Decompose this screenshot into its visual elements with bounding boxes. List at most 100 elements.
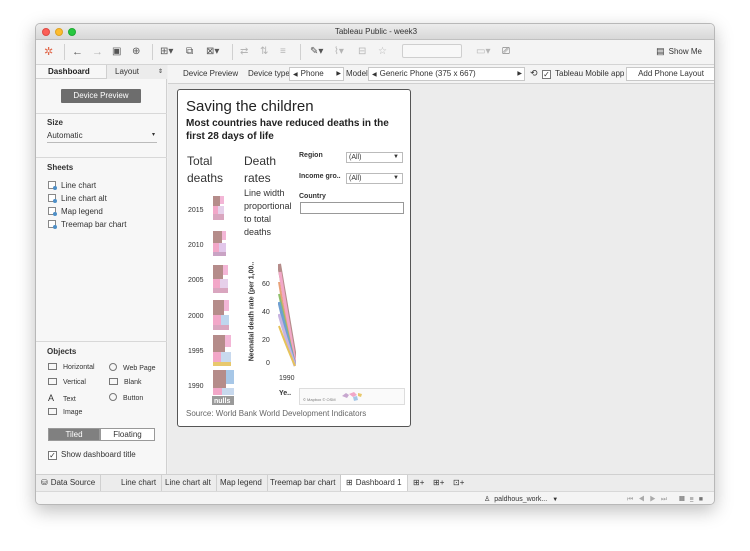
floating-toggle[interactable]: Floating xyxy=(100,428,155,441)
y-tick-label: 60 xyxy=(262,281,270,288)
tab-dashboard[interactable]: Dashboard xyxy=(48,67,90,76)
dashboard-title: Saving the children xyxy=(186,98,314,115)
device-preview-label: Device Preview xyxy=(183,69,239,78)
button-icon xyxy=(109,393,117,401)
device-type-label: Device type xyxy=(248,69,290,78)
new-worksheet-icon[interactable]: ⊞▾ xyxy=(160,45,173,59)
tab-line-chart[interactable]: Line chart xyxy=(116,475,163,492)
rotate-icon[interactable]: ⟲ xyxy=(530,68,538,79)
object-vertical[interactable]: Vertical xyxy=(48,378,86,388)
sheet-item-map-legend[interactable]: Map legend xyxy=(48,207,103,217)
presentation-icon[interactable]: ⎚ xyxy=(502,45,510,59)
dashboard-canvas: Saving the children Most countries have … xyxy=(168,84,714,474)
treemap-bar-1995 xyxy=(213,335,231,366)
new-story-tab-icon[interactable]: ⊡+ xyxy=(448,475,469,492)
tab-menu-icon[interactable]: ⇕ xyxy=(158,68,163,75)
treemap-bar-chart[interactable]: nulls xyxy=(212,194,238,406)
object-blank[interactable]: Blank xyxy=(109,378,142,388)
show-dashboard-title-checkbox[interactable]: ✓ Show dashboard title xyxy=(48,450,136,460)
save-icon[interactable]: ▣ xyxy=(112,45,121,59)
highlight-icon[interactable]: ✎▾ xyxy=(310,45,323,59)
object-button[interactable]: Button xyxy=(109,393,143,403)
year-label: 1995 xyxy=(188,348,204,355)
fix-axes-icon[interactable]: ☆ xyxy=(378,45,387,59)
sheet-item-line-chart[interactable]: Line chart xyxy=(48,181,96,191)
redo-icon[interactable]: → xyxy=(92,45,103,59)
undo-icon[interactable]: ← xyxy=(72,45,83,59)
map-legend[interactable]: © Mapbox © OSM xyxy=(299,388,405,405)
year-label: 2000 xyxy=(188,313,204,320)
size-select[interactable]: Automatic ▾ xyxy=(47,131,157,143)
sort-asc-icon[interactable]: ⇅ xyxy=(260,45,268,59)
region-filter-select[interactable]: (All) ▼ xyxy=(346,152,403,163)
size-title: Size xyxy=(47,118,64,127)
chevron-down-icon: ▼ xyxy=(552,497,559,503)
dashboard-sidebar: Dashboard Layout ⇕ Device Preview Size A… xyxy=(36,65,167,474)
object-text[interactable]: A Text xyxy=(48,393,76,403)
tableau-logo-icon[interactable]: ✲ xyxy=(44,45,53,59)
new-datasource-icon[interactable]: ⊕ xyxy=(132,45,140,59)
device-preview-button[interactable]: Device Preview xyxy=(61,89,141,103)
tab-layout[interactable]: Layout xyxy=(115,67,139,76)
tab-treemap-bar-chart[interactable]: Treemap bar chart xyxy=(265,475,342,492)
tab-map-legend[interactable]: Map legend xyxy=(215,475,268,492)
vertical-icon xyxy=(48,378,57,385)
prev-arrow-icon: ◀ xyxy=(293,72,298,78)
clear-icon[interactable]: ⊠▾ xyxy=(206,45,219,59)
group-icon[interactable]: ⌇▾ xyxy=(334,45,344,59)
x-axis-label: Ye.. xyxy=(279,390,292,397)
model-label: Model xyxy=(346,69,368,78)
income-filter-label: Income gro.. xyxy=(299,173,341,180)
add-phone-layout-button[interactable]: Add Phone Layout xyxy=(626,67,714,81)
x-tick-label: 1990 xyxy=(279,375,295,382)
title-bar: Tableau Public - week3 xyxy=(36,24,714,40)
sort-desc-icon[interactable]: ≡ xyxy=(280,45,286,59)
income-filter-select[interactable]: (All) ▼ xyxy=(346,173,403,184)
label-icon[interactable]: ⊟ xyxy=(358,45,366,59)
tab-dashboard-1[interactable]: ⊞ Dashboard 1 xyxy=(340,475,408,492)
swap-icon[interactable]: ⇄ xyxy=(240,45,248,59)
country-search-input[interactable] xyxy=(300,202,404,214)
chevron-down-icon: ▾ xyxy=(151,132,155,138)
y-axis-label: Neonatal death rate (per 1,00.. xyxy=(248,261,256,362)
death-rates-title: Death rates xyxy=(244,154,277,185)
map-shapes xyxy=(342,392,362,401)
tab-line-chart-alt[interactable]: Line chart alt xyxy=(160,475,217,492)
object-horizontal[interactable]: Horizontal xyxy=(48,363,95,373)
sheet-item-line-chart-alt[interactable]: Line chart alt xyxy=(48,194,107,204)
checkmark-icon: ✓ xyxy=(542,70,551,79)
death-rate-line-chart[interactable] xyxy=(278,258,296,368)
treemap-bar-2000 xyxy=(213,300,229,330)
object-image[interactable]: Image xyxy=(48,408,82,418)
new-dashboard-tab-icon[interactable]: ⊞+ xyxy=(428,475,449,492)
checkmark-icon: ✓ xyxy=(48,451,57,460)
text-icon: A xyxy=(48,393,55,403)
sheet-navigation-icons[interactable]: ⏮◀▶⏭ ▦≣■ xyxy=(627,496,708,504)
tab-data-source[interactable]: ⛁ Data Source xyxy=(36,475,102,492)
show-me-button[interactable]: ▤ Show Me xyxy=(656,46,702,57)
main-toolbar: ✲ ← → ▣ ⊕ ⊞▾ ⧉ ⊠▾ ⇄ ⇅ ≡ ✎▾ ⌇▾ ⊟ ☆ ▭▾ ⎚ ▤… xyxy=(36,40,714,65)
sheet-item-treemap-bar-chart[interactable]: Treemap bar chart xyxy=(48,220,127,230)
model-select[interactable]: ◀ Generic Phone (375 x 667) ▶ xyxy=(368,67,525,81)
new-worksheet-tab-icon[interactable]: ⊞+ xyxy=(408,475,429,492)
sheet-icon xyxy=(48,220,57,229)
user-menu[interactable]: ♙ paldhous_work... ▼ xyxy=(484,495,558,503)
phone-preview-frame: Saving the children Most countries have … xyxy=(177,89,411,427)
sheet-icon xyxy=(48,181,57,190)
tiled-toggle[interactable]: Tiled xyxy=(48,428,100,441)
tableau-mobile-app-checkbox[interactable]: ✓ Tableau Mobile app xyxy=(542,69,624,79)
duplicate-icon[interactable]: ⧉ xyxy=(186,45,193,59)
chevron-down-icon: ▼ xyxy=(393,175,399,181)
sheet-tabs-bar: ⛁ Data Source Line chart Line chart alt M… xyxy=(36,474,714,492)
y-tick-label: 40 xyxy=(262,309,270,316)
device-preview-bar: Device Preview Device type ◀ Phone ▶ Mode… xyxy=(168,65,714,84)
device-type-select[interactable]: ◀ Phone ▶ xyxy=(289,67,344,81)
show-me-icon: ▤ xyxy=(656,46,665,56)
next-arrow-icon: ▶ xyxy=(336,71,341,77)
y-axis-label-container: Neonatal death rate (per 1,00.. xyxy=(246,260,256,370)
fit-select[interactable] xyxy=(402,44,462,58)
window-title: Tableau Public - week3 xyxy=(334,27,418,36)
source-note: Source: World Bank World Development Ind… xyxy=(186,409,367,418)
object-web-page[interactable]: Web Page xyxy=(109,363,156,373)
fit-icon[interactable]: ▭▾ xyxy=(476,45,490,59)
